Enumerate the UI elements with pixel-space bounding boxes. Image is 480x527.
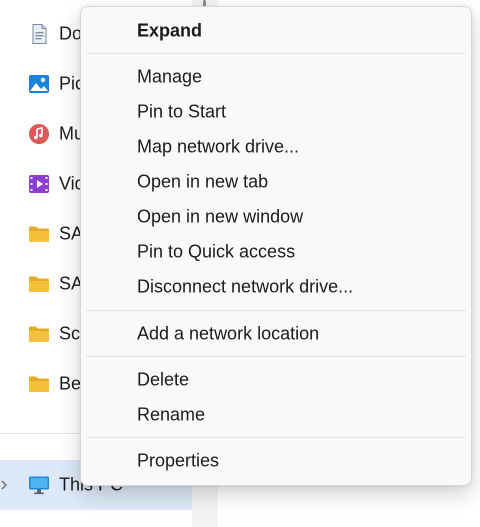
menu-item-open-in-new-tab[interactable]: Open in new tab <box>87 165 465 199</box>
menu-item-label: Rename <box>137 404 206 425</box>
menu-item-label: Add a network location <box>137 323 320 344</box>
videos-icon <box>29 175 49 193</box>
chevron-right-icon[interactable] <box>0 478 10 492</box>
menu-item-properties[interactable]: Properties <box>87 444 465 478</box>
menu-item-add-network-location[interactable]: Add a network location <box>87 317 465 351</box>
menu-item-expand[interactable]: Expand <box>87 14 465 48</box>
menu-item-label: Expand <box>137 20 203 41</box>
menu-item-pin-to-start[interactable]: Pin to Start <box>87 95 465 129</box>
sidebar-item-label: Do <box>59 23 83 44</box>
menu-item-manage[interactable]: Manage <box>87 60 465 94</box>
menu-separator <box>86 437 466 438</box>
documents-icon <box>32 24 47 44</box>
context-menu: Expand Manage Pin to Start Map network d… <box>80 6 472 486</box>
menu-item-map-network-drive[interactable]: Map network drive... <box>87 130 465 164</box>
menu-item-rename[interactable]: Rename <box>87 398 465 432</box>
sidebar-item-label: Sc <box>59 323 81 344</box>
pictures-icon <box>29 75 49 93</box>
menu-item-label: Map network drive... <box>137 136 300 157</box>
menu-item-pin-to-quick-access[interactable]: Pin to Quick access <box>87 235 465 269</box>
folder-icon <box>29 276 49 292</box>
menu-item-open-in-new-window[interactable]: Open in new window <box>87 200 465 234</box>
menu-separator <box>86 356 466 357</box>
menu-item-disconnect-network-drive[interactable]: Disconnect network drive... <box>87 270 465 304</box>
folder-icon <box>29 376 49 392</box>
menu-item-label: Manage <box>137 66 203 87</box>
menu-separator <box>86 53 466 54</box>
menu-separator <box>86 310 466 311</box>
menu-item-label: Pin to Quick access <box>137 241 296 262</box>
monitor-icon <box>29 476 49 495</box>
menu-item-label: Properties <box>137 450 220 471</box>
folder-icon <box>29 326 49 342</box>
menu-item-label: Open in new window <box>137 206 304 227</box>
menu-item-label: Delete <box>137 369 190 390</box>
folder-icon <box>29 226 49 242</box>
menu-item-label: Pin to Start <box>137 101 227 122</box>
sidebar-item-label: Be <box>59 373 82 394</box>
menu-item-label: Open in new tab <box>137 171 269 192</box>
music-icon <box>29 124 49 144</box>
menu-item-label: Disconnect network drive... <box>137 276 354 297</box>
menu-item-delete[interactable]: Delete <box>87 363 465 397</box>
